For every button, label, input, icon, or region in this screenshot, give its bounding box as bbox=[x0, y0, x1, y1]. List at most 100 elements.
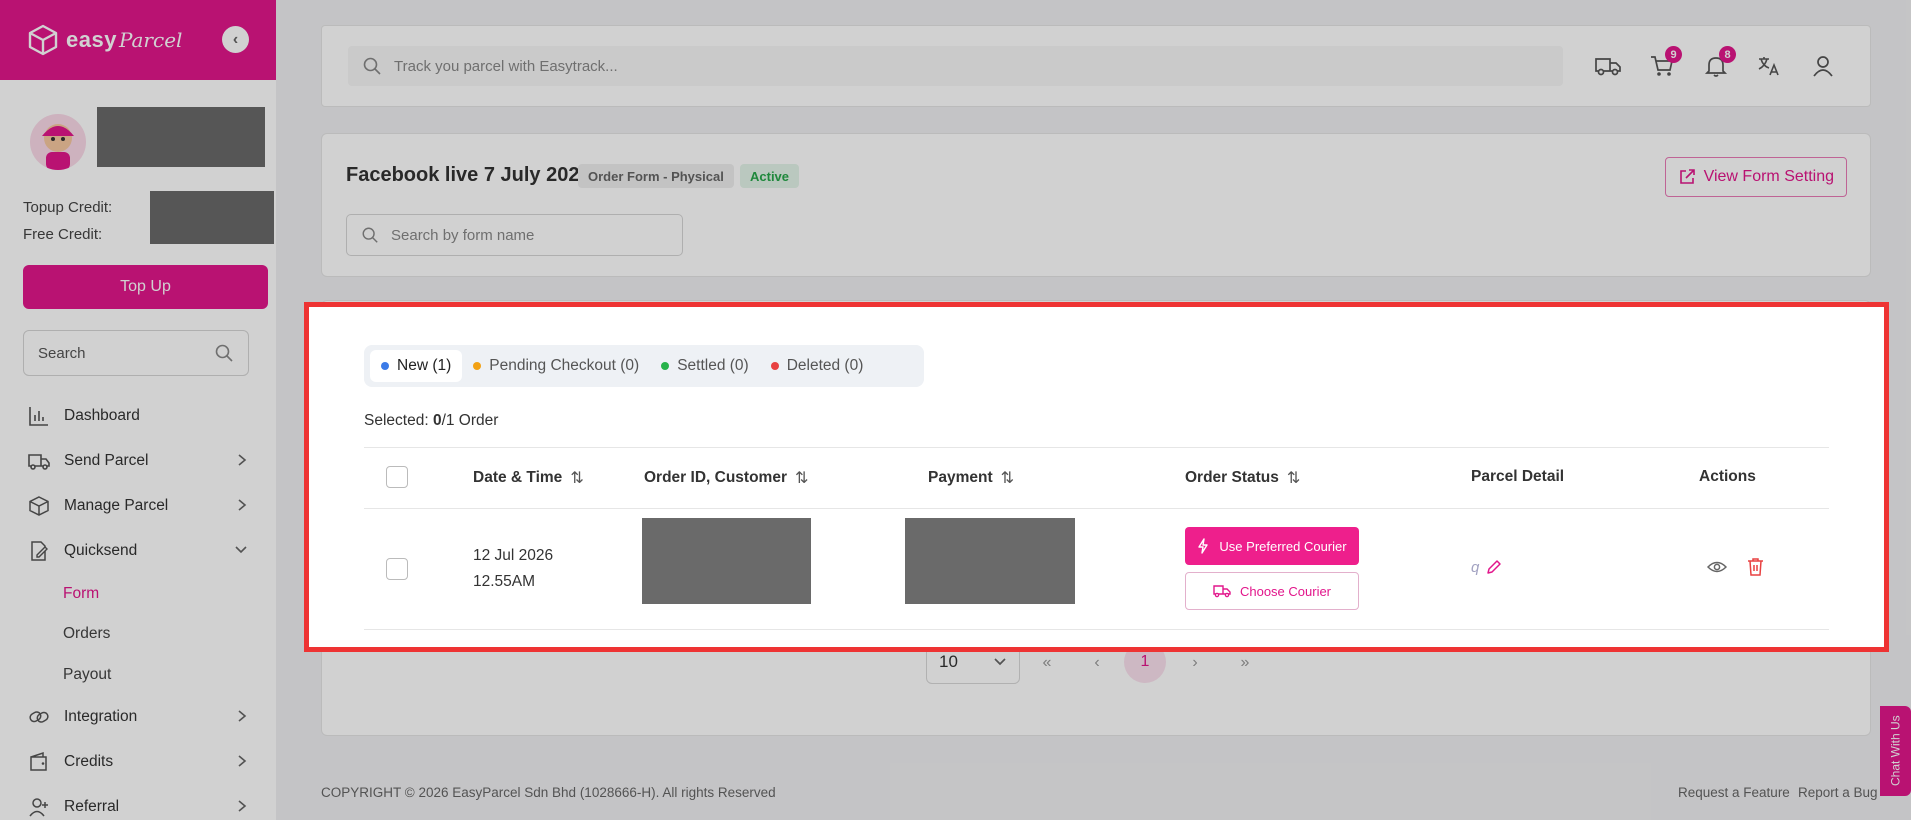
redacted-payment bbox=[905, 518, 1075, 604]
topup-credit-label: Topup Credit: bbox=[23, 199, 113, 216]
sort-icon: ⇅ bbox=[1286, 470, 1301, 487]
column-header-order-status[interactable]: Order Status ⇅ bbox=[1185, 468, 1300, 488]
user-plus-icon bbox=[28, 796, 50, 818]
brand-script: Parcel bbox=[118, 28, 183, 52]
lightning-icon bbox=[1198, 538, 1209, 554]
sidebar-item-manage-parcel[interactable]: Manage Parcel bbox=[28, 486, 248, 526]
tab-new[interactable]: New (1) bbox=[370, 350, 463, 382]
pencil-icon[interactable] bbox=[1485, 558, 1503, 576]
row-checkbox[interactable] bbox=[386, 558, 408, 580]
form-search-input[interactable]: Search by form name bbox=[346, 214, 683, 256]
sidebar-subitem-payout[interactable]: Payout bbox=[63, 666, 111, 684]
easytrack-placeholder: Track you parcel with Easytrack... bbox=[394, 57, 618, 75]
orange-dot-icon bbox=[473, 362, 482, 370]
order-date: 12 Jul 2026 bbox=[473, 547, 554, 564]
selected-count: Selected: 0/1 Order bbox=[364, 412, 498, 430]
chevron-down-icon bbox=[234, 543, 248, 561]
chevron-right-icon bbox=[236, 453, 248, 472]
search-icon bbox=[362, 227, 378, 243]
redacted-credit-values bbox=[150, 191, 274, 244]
last-page-button[interactable]: » bbox=[1232, 650, 1258, 676]
red-dot-icon bbox=[770, 362, 779, 370]
top-up-button[interactable]: Top Up bbox=[23, 265, 268, 309]
report-bug-link[interactable]: Report a Bug bbox=[1798, 785, 1878, 800]
column-header-date[interactable]: Date & Time ⇅ bbox=[473, 468, 584, 488]
request-feature-link[interactable]: Request a Feature bbox=[1678, 785, 1790, 800]
sidebar-item-label: Credits bbox=[64, 753, 114, 770]
sidebar-item-send-parcel[interactable]: Send Parcel bbox=[28, 441, 248, 481]
chevron-right-icon bbox=[236, 498, 248, 517]
chat-with-us-button[interactable]: Chat With Us bbox=[1880, 706, 1911, 796]
sidebar-subitem-orders[interactable]: Orders bbox=[63, 625, 110, 643]
sidebar-subitem-form[interactable]: Form bbox=[63, 585, 99, 603]
chevron-left-icon: ‹ bbox=[232, 30, 239, 48]
view-form-setting-button[interactable]: View Form Setting bbox=[1664, 157, 1847, 197]
form-header-card: Facebook live 7 July 2026 Order Form - P… bbox=[321, 133, 1871, 277]
choose-courier-button[interactable]: Choose Courier bbox=[1185, 572, 1359, 610]
eye-icon[interactable] bbox=[1707, 559, 1727, 575]
status-tabs: New (1) Pending Checkout (0) Settled (0)… bbox=[364, 345, 924, 387]
column-header-actions: Actions bbox=[1699, 468, 1756, 486]
sidebar-item-integration[interactable]: Integration bbox=[28, 697, 248, 737]
trash-icon[interactable] bbox=[1747, 557, 1764, 576]
column-header-label: Payment bbox=[928, 469, 993, 486]
chevron-right-icon bbox=[236, 799, 248, 818]
brand-logo[interactable]: easy Parcel bbox=[26, 23, 182, 57]
avatar[interactable] bbox=[30, 114, 86, 170]
sidebar-search-input[interactable]: Search bbox=[23, 330, 249, 376]
user-icon[interactable] bbox=[1809, 52, 1837, 80]
redacted-order-id bbox=[642, 518, 811, 604]
bell-icon[interactable]: 8 bbox=[1702, 46, 1736, 80]
box-icon bbox=[28, 495, 50, 517]
sidebar-item-dashboard[interactable]: Dashboard bbox=[28, 396, 248, 436]
translate-icon[interactable] bbox=[1755, 52, 1783, 80]
easytrack-search-input[interactable]: Track you parcel with Easytrack... bbox=[348, 46, 1563, 86]
sidebar-item-label: Send Parcel bbox=[64, 452, 149, 469]
select-all-checkbox[interactable] bbox=[386, 466, 408, 488]
free-credit-label: Free Credit: bbox=[23, 226, 103, 243]
column-header-label: Date & Time bbox=[473, 469, 563, 486]
column-header-label: Parcel Detail bbox=[1471, 468, 1565, 485]
status-badge: Active bbox=[740, 164, 800, 188]
sidebar: easy Parcel ‹ Topup Credit: Free Credit:… bbox=[0, 0, 276, 820]
brand-name: easy bbox=[66, 27, 117, 52]
tab-label: Deleted (0) bbox=[786, 357, 864, 374]
next-page-button[interactable]: › bbox=[1182, 650, 1208, 676]
truck-icon bbox=[28, 450, 50, 472]
use-preferred-courier-button[interactable]: Use Preferred Courier bbox=[1185, 527, 1359, 565]
tab-pending-checkout[interactable]: Pending Checkout (0) bbox=[462, 350, 650, 382]
sort-icon: ⇅ bbox=[570, 470, 584, 487]
sidebar-item-label: Quicksend bbox=[64, 542, 138, 559]
order-time: 12.55AM bbox=[473, 573, 536, 590]
selected-number: 0 bbox=[432, 412, 442, 429]
column-header-payment[interactable]: Payment ⇅ bbox=[928, 468, 1014, 488]
column-header-order-id[interactable]: Order ID, Customer ⇅ bbox=[644, 468, 808, 488]
sidebar-item-label: Dashboard bbox=[64, 407, 140, 424]
sort-icon: ⇅ bbox=[794, 470, 809, 487]
column-header-label: Actions bbox=[1699, 468, 1756, 485]
tab-settled[interactable]: Settled (0) bbox=[650, 350, 760, 382]
external-link-icon bbox=[1679, 169, 1695, 184]
top-bar: Track you parcel with Easytrack... 9 8 bbox=[321, 25, 1871, 107]
selected-suffix: /1 Order bbox=[441, 412, 499, 429]
blue-dot-icon bbox=[381, 362, 389, 370]
tab-deleted[interactable]: Deleted (0) bbox=[760, 350, 875, 382]
sort-icon: ⇅ bbox=[1000, 470, 1015, 487]
first-page-button[interactable]: « bbox=[1034, 650, 1060, 676]
bar-chart-icon bbox=[28, 405, 50, 427]
sidebar-item-credits[interactable]: Credits bbox=[28, 742, 248, 782]
truck-icon[interactable] bbox=[1594, 52, 1622, 80]
form-title: Facebook live 7 July 2026 bbox=[346, 164, 591, 186]
sidebar-item-quicksend[interactable]: Quicksend bbox=[28, 531, 248, 571]
box-logo-icon bbox=[28, 24, 58, 56]
table-divider bbox=[364, 629, 1829, 630]
sidebar-item-referral[interactable]: Referral bbox=[28, 787, 248, 820]
prev-page-button[interactable]: ‹ bbox=[1084, 650, 1110, 676]
sidebar-collapse-button[interactable]: ‹ bbox=[222, 26, 249, 53]
cart-icon[interactable]: 9 bbox=[1648, 46, 1682, 80]
copyright-text: COPYRIGHT © 2026 EasyParcel Sdn Bhd (102… bbox=[321, 785, 776, 800]
form-type-badge: Order Form - Physical bbox=[578, 164, 734, 188]
chevron-right-icon bbox=[236, 709, 248, 728]
parcel-detail-text: q bbox=[1471, 558, 1480, 576]
cart-badge: 9 bbox=[1665, 46, 1682, 63]
